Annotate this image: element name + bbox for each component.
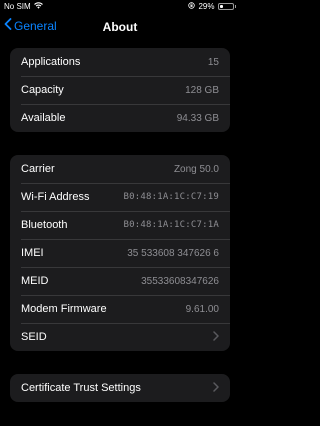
network-group: Carrier Zong 50.0 Wi-Fi Address B0:48:1A… <box>10 155 230 351</box>
row-applications: Applications 15 <box>10 48 230 76</box>
row-value: 94.33 GB <box>176 112 219 124</box>
row-label: Carrier <box>21 163 55 175</box>
wifi-icon <box>33 2 43 11</box>
row-label: Available <box>21 112 66 124</box>
certificate-group: Certificate Trust Settings <box>10 374 230 402</box>
chevron-right-icon <box>213 330 219 344</box>
row-value: Zong 50.0 <box>173 163 219 175</box>
battery-tip <box>234 5 236 8</box>
nav-bar: General About <box>0 14 240 40</box>
battery-percentage: 29% <box>198 2 215 11</box>
row-value: 128 GB <box>185 84 219 96</box>
row-value: 15 <box>207 56 219 68</box>
status-left: No SIM <box>4 2 43 11</box>
row-seid[interactable]: SEID <box>10 323 230 351</box>
row-bluetooth: Bluetooth B0:48:1A:1C:C7:1A <box>10 211 230 239</box>
row-carrier[interactable]: Carrier Zong 50.0 <box>10 155 230 183</box>
row-label: Applications <box>21 56 81 68</box>
row-value: B0:48:1A:1C:C7:19 <box>123 192 219 202</box>
row-wifi-address: Wi-Fi Address B0:48:1A:1C:C7:19 <box>10 183 230 211</box>
row-value: 35 533608 347626 6 <box>127 247 219 259</box>
row-label: Bluetooth <box>21 219 68 231</box>
row-imei: IMEI 35 533608 347626 6 <box>10 239 230 267</box>
status-right: 29% <box>188 2 236 11</box>
orientation-lock-icon <box>188 2 196 11</box>
row-capacity: Capacity 128 GB <box>10 76 230 104</box>
storage-group: Applications 15 Capacity 128 GB Availabl… <box>10 48 230 132</box>
carrier-status: No SIM <box>4 2 31 11</box>
status-bar: No SIM 29% <box>0 0 240 14</box>
row-value: 35533608347626 <box>141 275 219 287</box>
page-title: About <box>102 20 138 34</box>
row-label: Modem Firmware <box>21 303 107 315</box>
row-modem-firmware: Modem Firmware 9.61.00 <box>10 295 230 323</box>
row-label: MEID <box>21 275 49 287</box>
chevron-right-icon <box>213 381 219 395</box>
row-label: IMEI <box>21 247 44 259</box>
row-certificate-trust-settings[interactable]: Certificate Trust Settings <box>10 374 230 402</box>
row-label: SEID <box>21 331 47 343</box>
row-value: 9.61.00 <box>185 303 219 315</box>
battery-icon <box>217 3 234 10</box>
row-label: Wi-Fi Address <box>21 191 90 203</box>
battery-fill <box>219 5 223 8</box>
row-label: Certificate Trust Settings <box>21 382 141 394</box>
row-value: B0:48:1A:1C:C7:1A <box>123 220 219 230</box>
row-meid: MEID 35533608347626 <box>10 267 230 295</box>
row-label: Capacity <box>21 84 64 96</box>
row-available: Available 94.33 GB <box>10 104 230 132</box>
